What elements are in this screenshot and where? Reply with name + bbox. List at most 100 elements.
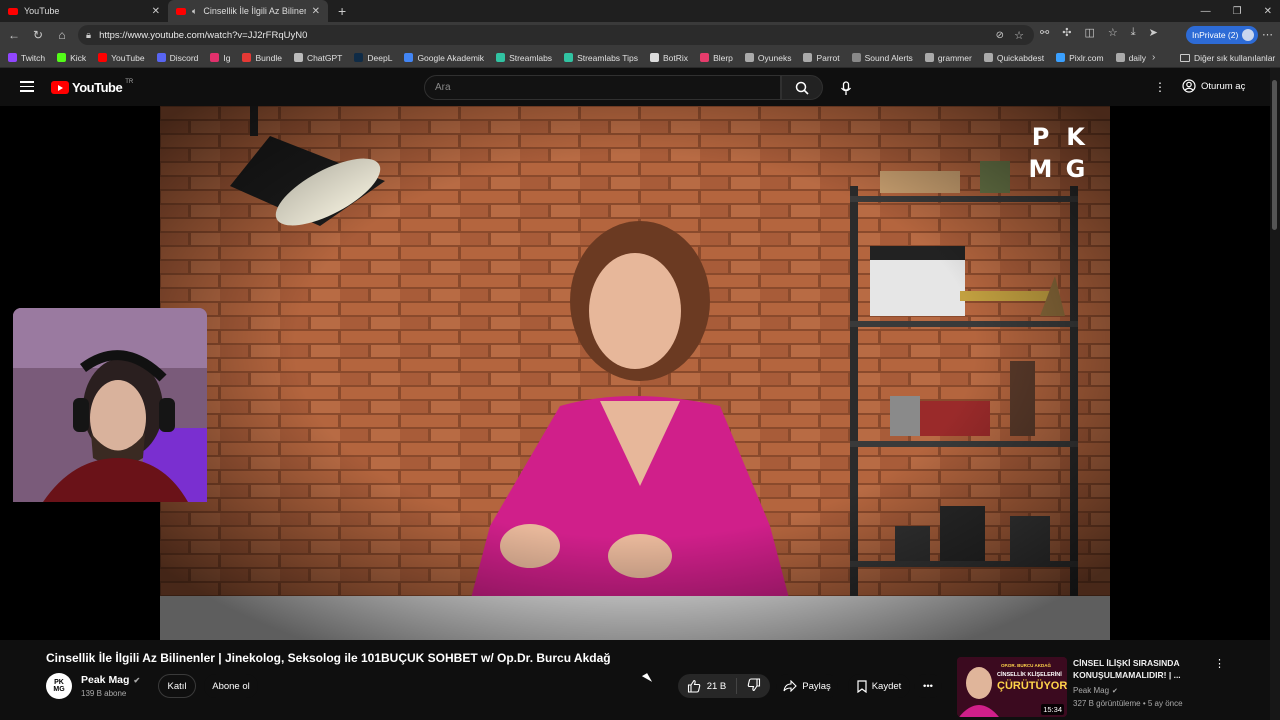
close-window-button[interactable]: ✕ bbox=[1264, 6, 1272, 17]
bookmark-favicon-icon bbox=[156, 53, 166, 62]
bookmark-item[interactable]: Pixlr.com bbox=[1056, 52, 1104, 63]
subscribe-button[interactable]: Abone ol bbox=[204, 674, 258, 698]
bookmark-item[interactable]: Kick bbox=[57, 53, 86, 63]
extensions-puzzle-icon[interactable]: ✣ bbox=[1062, 26, 1071, 39]
back-button[interactable]: ← bbox=[2, 28, 26, 42]
bookmark-item[interactable]: Quickabdest bbox=[983, 53, 1044, 63]
hamburger-menu-icon[interactable] bbox=[20, 81, 34, 92]
home-button[interactable]: ⌂ bbox=[50, 28, 74, 42]
bookmark-item[interactable]: BotRix bbox=[650, 53, 688, 63]
bookmark-favicon-icon bbox=[650, 53, 660, 62]
minimize-button[interactable]: — bbox=[1201, 6, 1211, 17]
bookmark-label: Sound Alerts bbox=[864, 52, 913, 63]
bookmark-label: BotRix bbox=[663, 52, 689, 63]
youtube-logo[interactable]: YouTube TR bbox=[51, 79, 133, 95]
bookmark-item[interactable]: Sound Alerts bbox=[851, 52, 913, 63]
microphone-icon bbox=[840, 80, 852, 95]
share-button[interactable]: Paylaş bbox=[776, 674, 838, 698]
bookmark-item[interactable]: grammer bbox=[924, 53, 972, 63]
bookmark-item[interactable]: Discord bbox=[156, 53, 198, 63]
new-tab-button[interactable]: + bbox=[338, 3, 346, 19]
channel-name-label: Peak Mag bbox=[81, 674, 130, 686]
save-button[interactable]: Kaydet bbox=[848, 674, 910, 698]
browser-menu-icon[interactable]: ⋯ bbox=[1262, 28, 1273, 41]
bookmark-item[interactable]: Oyuneks bbox=[744, 53, 791, 63]
downloads-icon[interactable]: ⤓ bbox=[1131, 26, 1136, 39]
channel-avatar[interactable]: PK MG bbox=[46, 673, 72, 699]
dislike-button[interactable] bbox=[747, 677, 761, 695]
bookmark-item[interactable]: Google Akademik bbox=[404, 53, 484, 63]
more-actions-button[interactable]: ••• bbox=[914, 674, 942, 698]
scrollbar-thumb[interactable] bbox=[1272, 80, 1277, 230]
other-bookmarks[interactable]: Diğer sık kullanılanlar bbox=[1180, 48, 1275, 68]
lock-icon: 🔒︎ bbox=[86, 29, 92, 41]
bookmark-favicon-icon bbox=[8, 53, 17, 62]
bookmark-favicon-icon bbox=[803, 53, 813, 62]
extension-icon[interactable]: ⚯ bbox=[1040, 26, 1049, 39]
search-input[interactable]: Ara bbox=[424, 75, 781, 100]
bookmark-favicon-icon bbox=[496, 53, 506, 62]
share-icon[interactable]: ➤ bbox=[1149, 26, 1158, 39]
bookmark-favicon-icon bbox=[98, 53, 108, 62]
bookmark-favicon-icon bbox=[983, 53, 993, 62]
sign-in-button[interactable]: Oturum aç bbox=[1182, 79, 1245, 93]
bookmark-item[interactable]: Ig bbox=[210, 53, 230, 63]
tab-title: YouTube bbox=[24, 6, 60, 16]
video-frame[interactable]: P K M G bbox=[160, 106, 1110, 640]
close-tab-icon[interactable]: ✕ bbox=[152, 6, 160, 17]
recommended-thumbnail[interactable]: OP.DR. BURCU AKDAĞ CİNSELLİK KLİŞELERİNİ… bbox=[957, 657, 1067, 717]
bookmark-label: Streamlabs Tips bbox=[577, 52, 639, 63]
bookmark-label: Kick bbox=[70, 52, 87, 63]
tab-title: Cinsellik İle İlgili Az Bilinenler bbox=[203, 6, 305, 16]
address-bar[interactable]: 🔒︎ https://www.youtube.com/watch?v=JJ2rF… bbox=[78, 25, 1034, 45]
search-button[interactable] bbox=[781, 75, 823, 100]
bookmark-favicon-icon bbox=[57, 53, 67, 62]
page-scrollbar[interactable] bbox=[1270, 68, 1280, 720]
bookmark-item[interactable]: Streamlabs Tips bbox=[564, 53, 638, 63]
bookmark-item[interactable]: Bundle bbox=[242, 53, 282, 63]
bookmark-item[interactable]: Twitch bbox=[8, 53, 45, 63]
restore-button[interactable]: ❐ bbox=[1233, 6, 1242, 17]
url-text[interactable]: https://www.youtube.com/watch?v=JJ2rFRqU… bbox=[99, 30, 307, 41]
tracking-prevention-icon[interactable]: ⊘ bbox=[996, 30, 1004, 41]
thumbs-down-icon bbox=[748, 677, 761, 691]
bookmark-item[interactable]: YouTube bbox=[98, 52, 145, 63]
channel-name[interactable]: Peak Mag ✔ bbox=[81, 674, 140, 686]
favorite-star-icon[interactable]: ☆ bbox=[1014, 29, 1024, 42]
recommended-channel[interactable]: Peak Mag ✔ bbox=[1073, 686, 1118, 695]
bookmark-label: Ig bbox=[223, 52, 231, 63]
bookmark-item[interactable]: ChatGPT bbox=[293, 53, 342, 63]
tab-youtube[interactable]: YouTube ✕ bbox=[0, 0, 168, 22]
bookmark-item[interactable]: DeepL bbox=[354, 53, 392, 63]
thumbnail-caption-1: OP.DR. BURCU AKDAĞ bbox=[1001, 663, 1052, 668]
bookmark-label: YouTube bbox=[111, 52, 145, 63]
bookmarks-bar: Twitch Kick YouTube Discord Ig Bundle ChatGPT D… bbox=[0, 48, 1280, 68]
bookmark-favicon-icon bbox=[744, 53, 754, 62]
join-button[interactable]: Katıl bbox=[158, 674, 196, 698]
split-screen-icon[interactable]: ◫ bbox=[1084, 26, 1094, 39]
bookmark-item[interactable]: Parrot bbox=[803, 53, 840, 63]
voice-search-button[interactable] bbox=[837, 79, 855, 97]
favorites-icon[interactable]: ☆ bbox=[1108, 26, 1118, 39]
chevron-right-icon[interactable]: › bbox=[1152, 52, 1155, 63]
like-button[interactable]: 21 B bbox=[687, 679, 726, 693]
recommended-title[interactable]: CİNSEL İLİŞKİ SIRASINDA KONUŞULMAMALIDIR… bbox=[1073, 657, 1203, 681]
other-bookmarks-label: Diğer sık kullanılanlar bbox=[1194, 53, 1276, 63]
video-scene bbox=[160, 106, 1110, 640]
folder-icon bbox=[1180, 54, 1190, 62]
bookmark-label: Pixlr.com bbox=[1069, 52, 1104, 63]
pkmg-watermark: P K M G bbox=[1024, 122, 1090, 184]
speaker-icon[interactable]: 🔈︎ bbox=[192, 6, 197, 17]
tab-active-video[interactable]: 🔈︎ Cinsellik İle İlgili Az Bilinenler ✕ bbox=[168, 0, 328, 22]
refresh-button[interactable]: ↻ bbox=[26, 28, 50, 42]
inprivate-badge[interactable]: InPrivate (2) bbox=[1186, 26, 1259, 44]
bookmark-item[interactable]: Streamlabs bbox=[496, 53, 552, 63]
bookmark-icon bbox=[857, 679, 867, 693]
recommended-more-icon[interactable]: ⋮ bbox=[1214, 657, 1225, 670]
close-tab-icon[interactable]: ✕ bbox=[312, 6, 320, 17]
bookmark-favicon-icon bbox=[1115, 53, 1125, 62]
bookmark-item[interactable]: daily bbox=[1115, 53, 1146, 63]
youtube-favicon-icon bbox=[176, 7, 186, 15]
bookmark-item[interactable]: Blerp bbox=[700, 53, 733, 63]
settings-more-icon[interactable]: ⋮ bbox=[1154, 80, 1166, 94]
